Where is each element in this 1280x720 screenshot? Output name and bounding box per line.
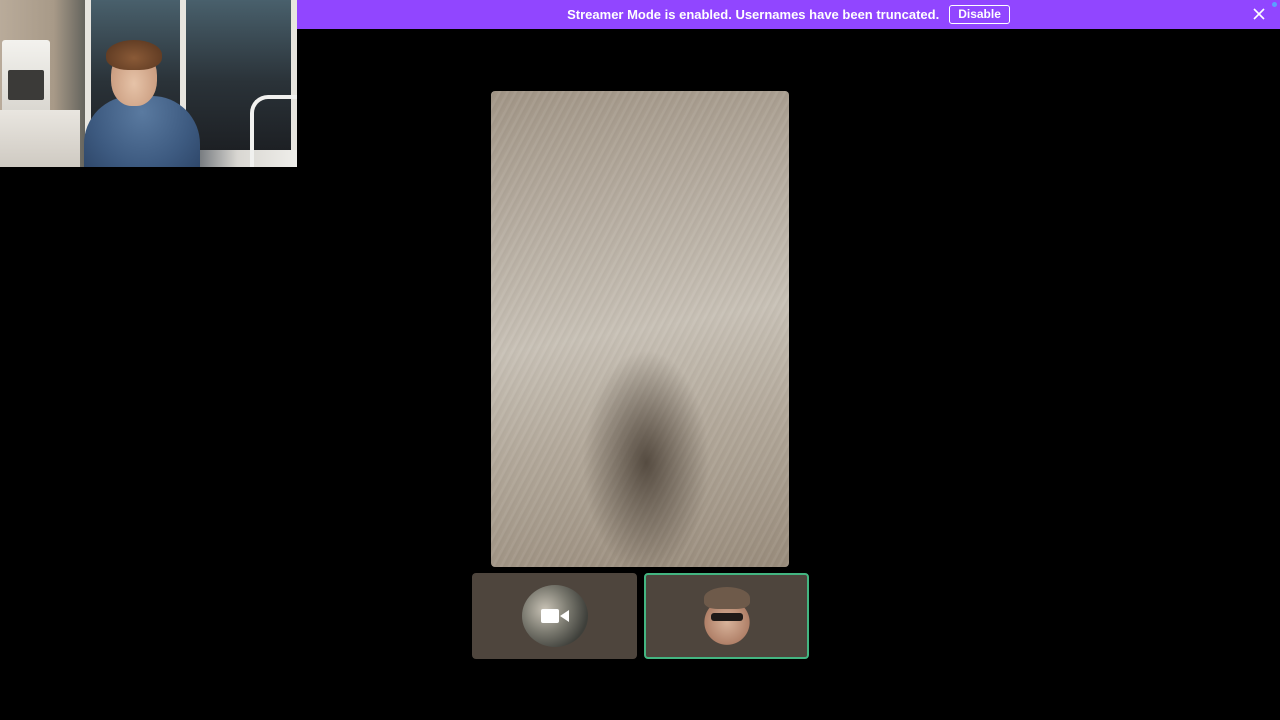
avatar-glasses: [710, 613, 743, 621]
status-dot: [1272, 2, 1277, 7]
avatar: [693, 585, 760, 647]
appliance-door: [8, 70, 44, 100]
participant-tile-speaking[interactable]: [644, 573, 809, 659]
avatar: [521, 585, 588, 647]
close-icon[interactable]: [1252, 7, 1266, 21]
banner-message: Streamer Mode is enabled. Usernames have…: [567, 7, 940, 22]
avatar-hair: [703, 587, 750, 609]
disable-button[interactable]: Disable: [949, 5, 1010, 24]
person-hair: [106, 40, 162, 70]
streamer-mode-banner: Streamer Mode is enabled. Usernames have…: [297, 0, 1280, 29]
webcam-overlay: [0, 0, 297, 167]
participant-tile[interactable]: [472, 573, 637, 659]
camera-icon: [540, 609, 569, 623]
chair: [250, 95, 297, 167]
main-video-stream[interactable]: [491, 91, 789, 567]
person-body: [84, 96, 200, 167]
counter: [0, 110, 80, 167]
